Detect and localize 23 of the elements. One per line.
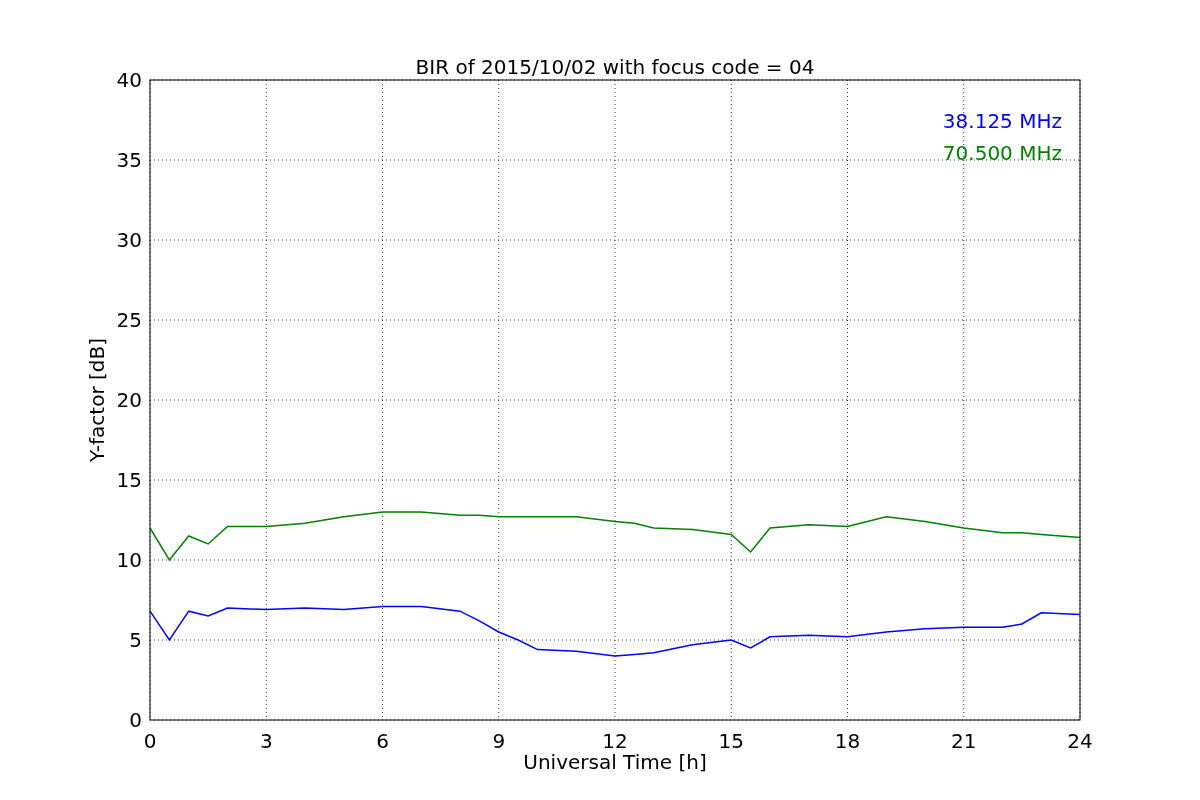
x-tick-label: 18 — [834, 729, 861, 753]
y-tick-label: 10 — [116, 548, 142, 572]
y-tick-label: 15 — [116, 468, 142, 492]
x-tick-label: 24 — [1067, 729, 1093, 753]
x-axis-label: Universal Time [h] — [523, 750, 707, 774]
y-tick-label: 0 — [129, 708, 142, 732]
y-tick-label: 20 — [116, 388, 142, 412]
y-axis-label: Y-factor [dB] — [85, 338, 109, 462]
x-tick-label: 12 — [602, 729, 628, 753]
y-tick-label: 30 — [116, 228, 142, 252]
chart-title: BIR of 2015/10/02 with focus code = 04 — [415, 55, 815, 79]
y-tick-label: 40 — [116, 68, 142, 92]
y-tick-label: 5 — [129, 628, 142, 652]
y-tick-label: 25 — [116, 308, 142, 332]
legend-label: 70.500 MHz — [942, 141, 1062, 165]
x-tick-label: 6 — [376, 729, 389, 753]
legend-label: 38.125 MHz — [942, 109, 1062, 133]
x-tick-label: 9 — [492, 729, 506, 753]
x-tick-label: 15 — [718, 729, 744, 753]
x-tick-label: 3 — [259, 729, 273, 753]
x-tick-label: 0 — [143, 729, 157, 753]
y-tick-label: 35 — [116, 148, 142, 172]
x-tick-label: 21 — [951, 729, 977, 753]
